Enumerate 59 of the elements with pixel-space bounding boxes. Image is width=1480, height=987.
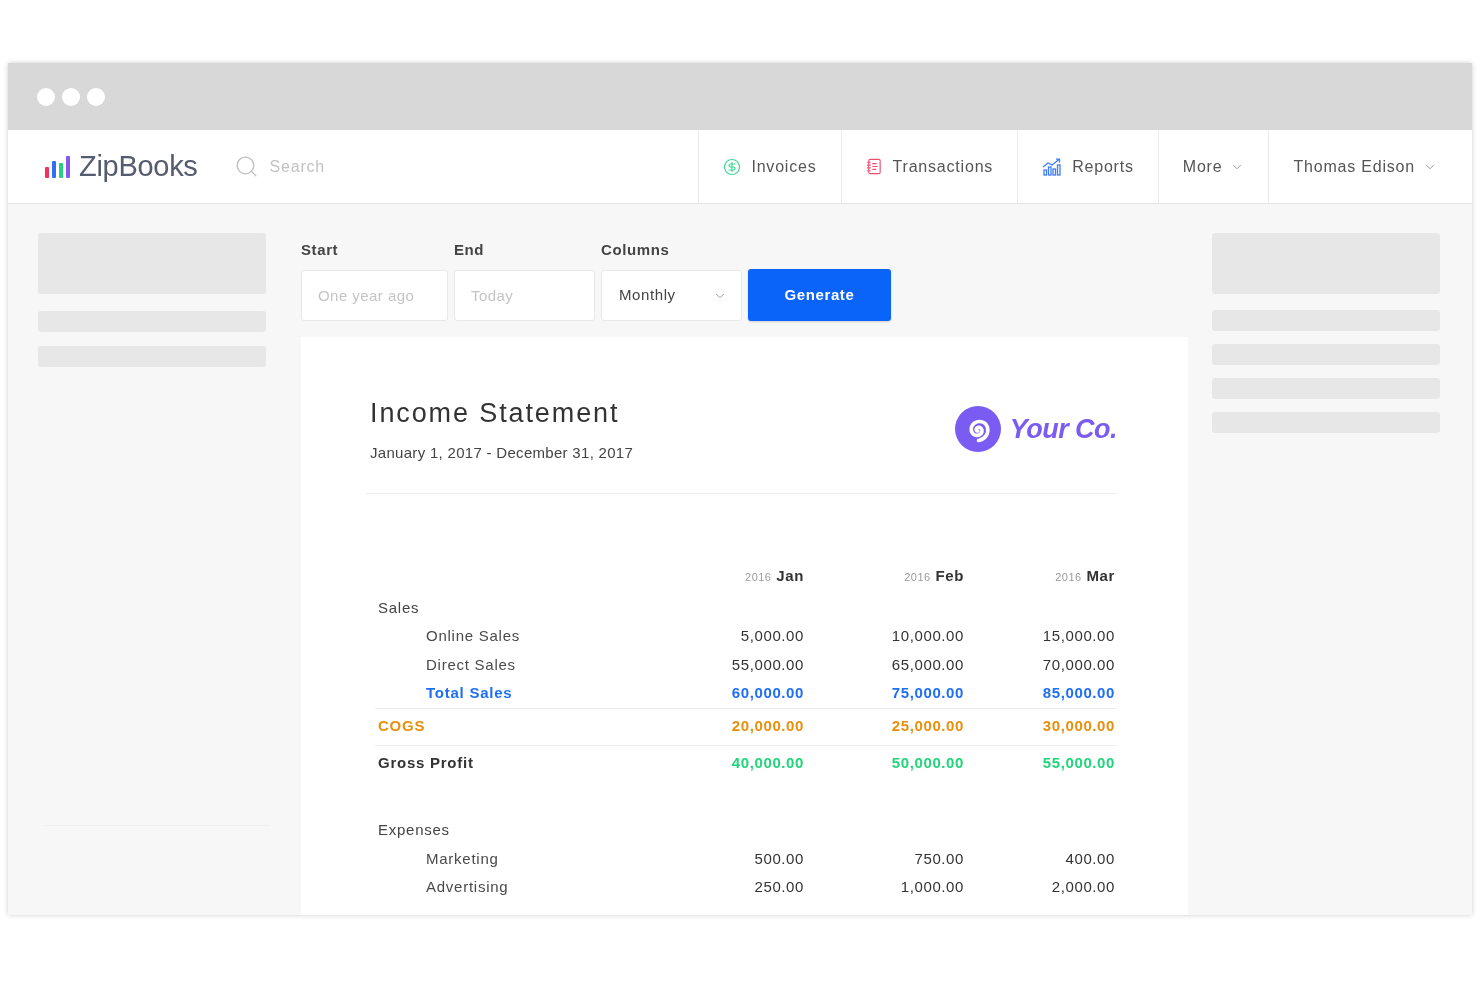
amount-cell-text: 5,000.00 (740, 626, 804, 646)
logo-bars-icon (45, 155, 70, 178)
row-label: Advertising (425, 877, 509, 897)
spiral-logo-icon (954, 406, 1001, 452)
column-year: 2016 (1055, 569, 1082, 585)
amount-cell-text: 250.00 (754, 877, 804, 897)
row-label: Marketing (425, 848, 499, 869)
column-year: 2016 (745, 569, 772, 585)
amount-cell-text: 750.00 (914, 848, 964, 869)
company-logo-text: Your Co. (1009, 413, 1117, 446)
notebook-icon (865, 158, 883, 175)
row-label: Gross Profit (377, 753, 474, 774)
field-label: Start (301, 241, 340, 259)
column-year: 2016 (904, 569, 931, 585)
date-range: January 1, 2017 - December 31, 2017 (370, 443, 634, 463)
amount-cell-text: 20,000.00 (731, 716, 804, 737)
row-label: Total Sales (425, 683, 513, 703)
column-month: Feb (935, 565, 964, 586)
row-label: Direct Sales (425, 654, 516, 675)
search-icon (233, 154, 259, 179)
amount-cell-text: 1,000.00 (900, 877, 964, 897)
amount-cell-text: 85,000.00 (1042, 683, 1115, 703)
amount-cell-text: 400.00 (1065, 848, 1115, 869)
amount-cell-text: 30,000.00 (1042, 716, 1115, 737)
section-heading: Sales (377, 597, 420, 618)
amount-cell-text: 2,000.00 (1051, 877, 1115, 897)
row-label: Online Sales (425, 626, 521, 646)
columns-select[interactable]: Monthly (601, 270, 742, 321)
row-label: COGS (377, 716, 426, 737)
nav-menu-button[interactable]: Thomas Edison (1268, 130, 1472, 203)
amount-cell-text: 55,000.00 (731, 654, 804, 675)
amount-cell-text: 70,000.00 (1042, 654, 1115, 675)
amount-cell-text: 60,000.00 (731, 683, 804, 703)
amount-cell-text: 55,000.00 (1042, 753, 1115, 774)
amount-cell-text: 15,000.00 (1042, 626, 1115, 646)
logo-text: ZipBooks (79, 152, 198, 181)
nav-link[interactable]: Reports (1017, 130, 1158, 203)
search-field[interactable]: Search (269, 151, 470, 182)
column-month: Mar (1086, 565, 1115, 586)
field-label: End (454, 241, 486, 259)
generate-button[interactable]: Generate (748, 269, 891, 321)
nav-link[interactable]: Transactions (840, 130, 1018, 203)
amount-cell-text: 65,000.00 (891, 654, 964, 675)
dollar-circle-icon (723, 157, 742, 176)
nav-menu-button[interactable]: More (1157, 130, 1269, 203)
report-title: Income Statement (370, 397, 621, 429)
amount-cell-text: 75,000.00 (891, 683, 964, 703)
amount-cell-text: 500.00 (754, 848, 804, 869)
amount-cell-text: 25,000.00 (891, 716, 964, 737)
date-field[interactable]: One year ago (301, 270, 448, 321)
field-label: Columns (601, 241, 671, 259)
date-field[interactable]: Today (454, 270, 595, 321)
section-heading: Expenses (377, 820, 450, 841)
amount-cell-text: 10,000.00 (891, 626, 964, 646)
chart-icon (1042, 157, 1063, 176)
column-month: Jan (776, 565, 804, 586)
nav-link[interactable]: Invoices (698, 130, 841, 203)
amount-cell-text: 40,000.00 (731, 753, 804, 774)
amount-cell-text: 50,000.00 (891, 753, 964, 774)
